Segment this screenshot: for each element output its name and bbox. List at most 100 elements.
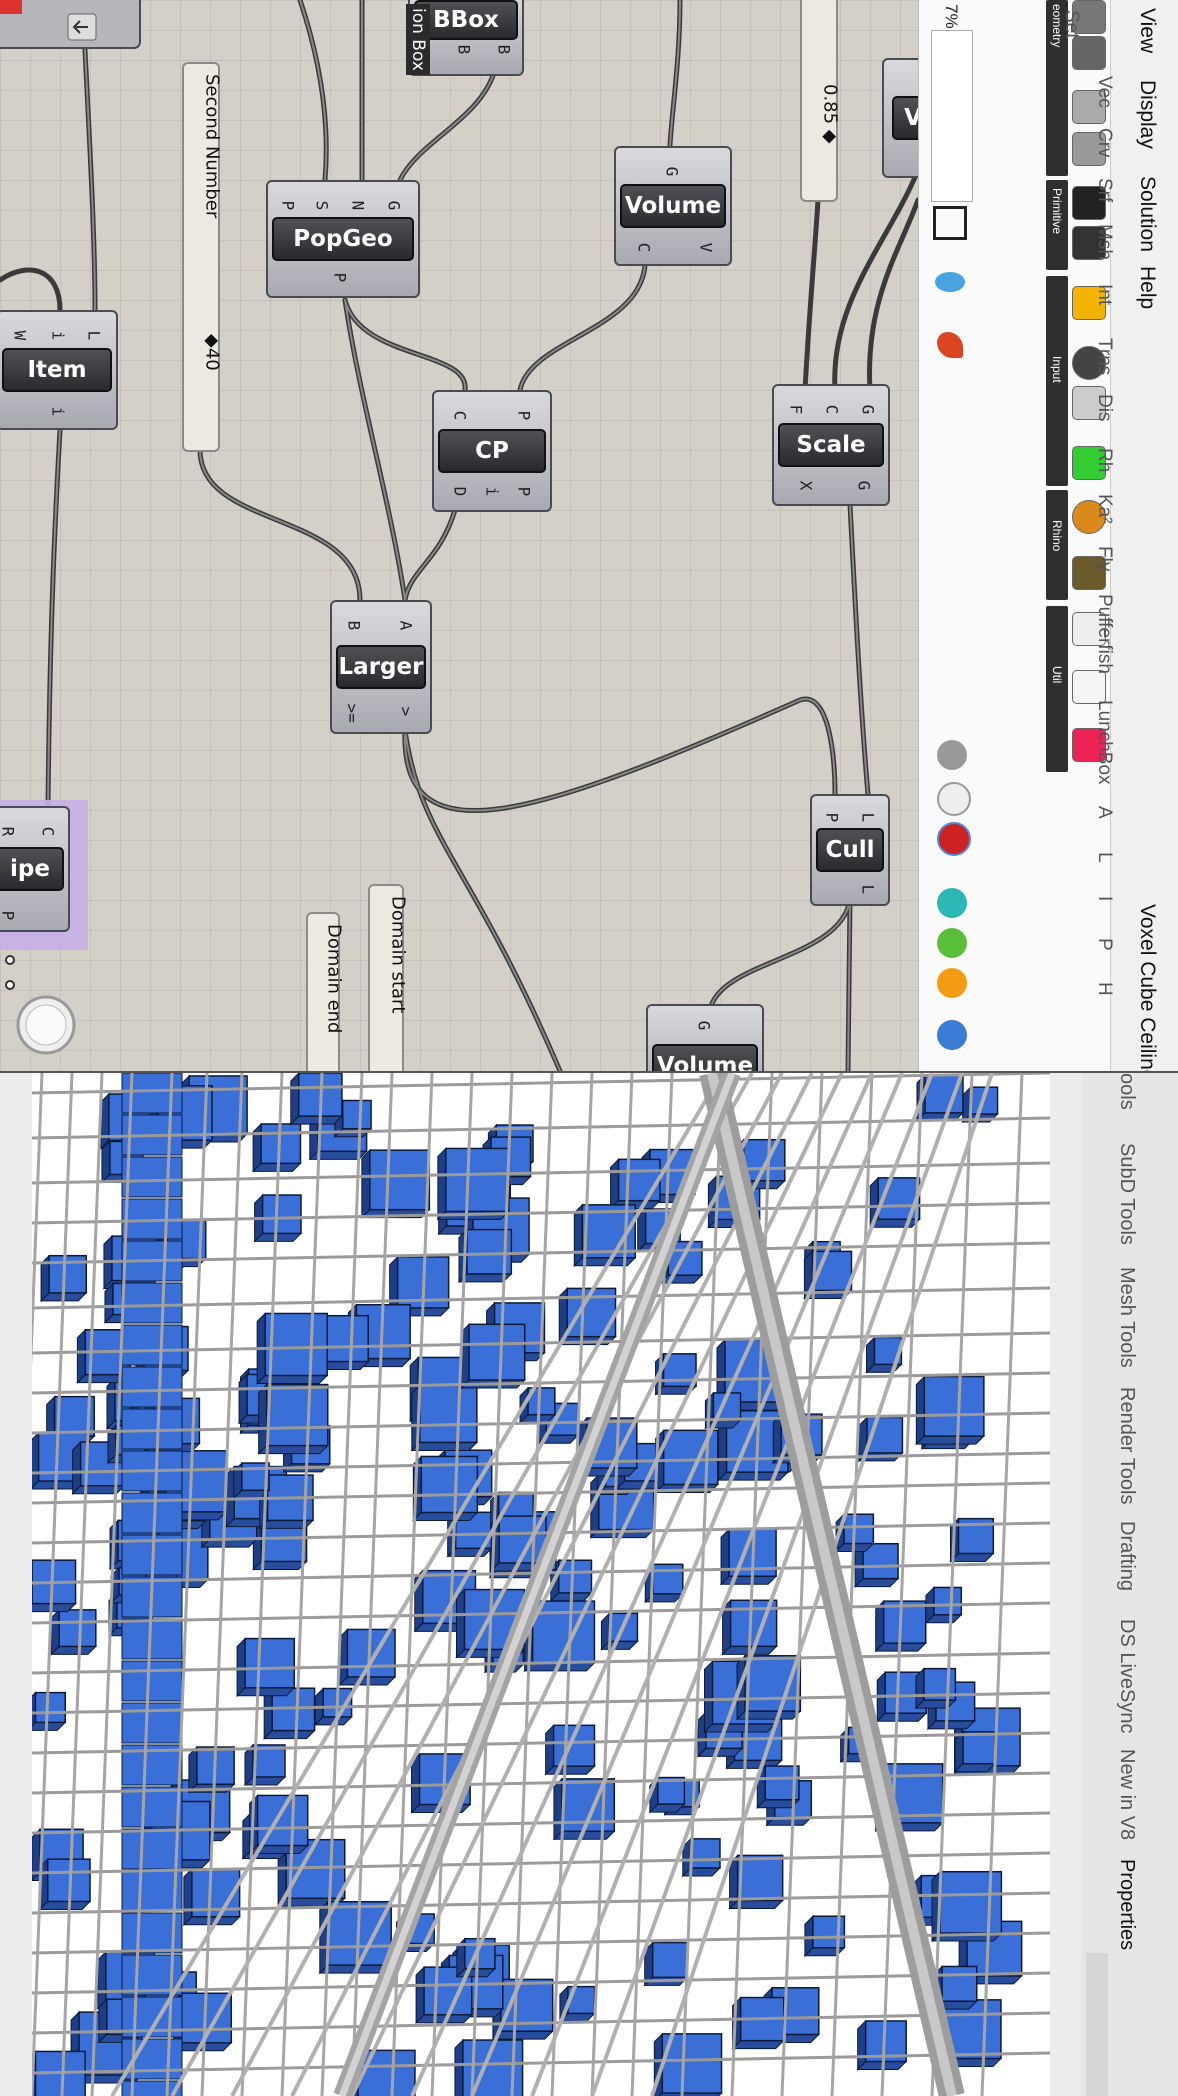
volume-node-top-label: Volume (620, 184, 726, 228)
cull-node[interactable]: Cull P L L (810, 794, 890, 906)
tab-a[interactable]: A (1093, 806, 1115, 819)
tab-subd-tools[interactable]: SubD Tools (1115, 1143, 1138, 1245)
tab-mesh-tools[interactable]: Mesh Tools (1115, 1267, 1138, 1368)
tab-set[interactable]: Set (1060, 10, 1082, 39)
menu-help[interactable]: Help (1135, 266, 1159, 309)
popgeo-input-n[interactable]: N (349, 198, 368, 214)
document-preview-icon[interactable] (937, 1020, 967, 1050)
menu-and-tabs: View Display Solution Help Voxel Cube Ce… (1094, 0, 1178, 1081)
popgeo-input-g[interactable]: G (385, 198, 404, 214)
domain-start-param[interactable]: Domain start (368, 884, 409, 1071)
volume-top-output-v[interactable]: V (697, 240, 716, 256)
cp-input-c[interactable]: C (451, 408, 470, 424)
item-input-i[interactable]: i (49, 328, 68, 344)
menu-solution[interactable]: Solution (1135, 176, 1159, 252)
pipe-input-r[interactable]: R (0, 824, 18, 840)
popgeo-input-s[interactable]: S (313, 198, 332, 214)
popgeo-output-p[interactable]: P (331, 270, 350, 286)
scale-input-f[interactable]: F (787, 402, 806, 418)
cull-output-l[interactable]: L (859, 882, 878, 898)
volume-top-input-g[interactable]: G (663, 164, 682, 180)
cp-output-d[interactable]: D (451, 484, 470, 500)
cp-input-p[interactable]: P (515, 408, 534, 424)
tab-lunchbox[interactable]: LunchBox (1093, 700, 1115, 785)
tab-p[interactable]: P (1093, 938, 1115, 951)
v-node-partial[interactable]: V (882, 58, 918, 178)
scale-node[interactable]: Scale F C G X G (772, 384, 890, 506)
grasshopper-canvas[interactable]: BBox B B ion Box Second Number ◆40 PopGe… (0, 0, 918, 1071)
side-panel-scroll[interactable] (1086, 1953, 1108, 2096)
larger-input-b[interactable]: B (345, 618, 364, 634)
geometry-component-icon[interactable] (1072, 36, 1106, 70)
tab-properties[interactable]: Properties (1115, 1859, 1138, 1950)
factor-slider-value: 0.85 ◆ (819, 84, 841, 144)
larger-node[interactable]: Larger B A >= > (330, 600, 432, 734)
pipe-input-c[interactable]: C (39, 824, 58, 840)
item-node[interactable]: Item W i L i (0, 310, 118, 430)
item-input-l[interactable]: L (85, 328, 104, 344)
tab-kangaroo[interactable]: Ka² (1093, 494, 1115, 524)
tab-drafting[interactable]: Drafting (1115, 1521, 1138, 1591)
selected-preview-icon[interactable] (937, 888, 967, 918)
tab-i[interactable]: I (1093, 896, 1115, 901)
zoom-extents-icon[interactable] (933, 206, 967, 240)
zoom-level[interactable]: 7% (941, 4, 961, 29)
larger-output-gt[interactable]: > (397, 704, 416, 720)
cp-output-i[interactable]: i (483, 484, 502, 500)
preview-eye-icon[interactable] (935, 272, 965, 292)
scale-output-x[interactable]: X (797, 478, 816, 494)
preview-off-icon[interactable] (937, 740, 967, 770)
popgeo-node[interactable]: PopGeo P S N G P (266, 180, 420, 298)
volume-bottom-input-g[interactable]: G (695, 1018, 714, 1034)
tab-render-tools[interactable]: Render Tools (1115, 1387, 1138, 1504)
viewport-render[interactable] (32, 1073, 1050, 2096)
tab-rh[interactable]: Rh (1093, 448, 1115, 472)
pipe-output-p[interactable]: P (0, 908, 18, 924)
larger-input-a[interactable]: A (397, 618, 416, 634)
bbox-output-1[interactable]: B (455, 42, 474, 58)
larger-output-ge[interactable]: >= (343, 704, 362, 723)
zoom-dropdown[interactable] (931, 30, 973, 202)
tab-trns[interactable]: Trns (1093, 338, 1115, 375)
item-output-i[interactable]: i (49, 404, 68, 420)
volume-top-output-c[interactable]: C (635, 240, 654, 256)
bbox-output-2[interactable]: B (495, 42, 514, 58)
tab-new-in-v8[interactable]: New in V8 (1115, 1749, 1138, 1840)
volume-node-top[interactable]: Volume G C V (614, 146, 732, 266)
second-number-slider[interactable]: Second Number ◆40 (182, 62, 223, 452)
tab-crv[interactable]: Crv (1093, 128, 1115, 158)
scale-output-g[interactable]: G (855, 478, 874, 494)
cp-node[interactable]: CP C P D i P (432, 390, 552, 512)
render-preview-icon[interactable] (937, 968, 967, 998)
menu-view[interactable]: View (1135, 8, 1159, 53)
wireframe-preview-icon[interactable] (937, 782, 971, 816)
rhino-viewport[interactable] (0, 1073, 1082, 2096)
shaded-preview-icon[interactable] (937, 822, 971, 856)
mesh-preview-icon[interactable] (937, 928, 967, 958)
tab-ds-livesync[interactable]: DS LiveSync (1115, 1619, 1138, 1734)
scale-input-g[interactable]: G (859, 402, 878, 418)
cull-input-p[interactable]: P (823, 810, 842, 826)
tab-srf[interactable]: Srf (1093, 178, 1115, 202)
popgeo-input-p[interactable]: P (279, 198, 298, 214)
tab-pufferfish[interactable]: Pufferfish (1093, 594, 1115, 674)
sketch-icon[interactable] (937, 332, 963, 358)
util-component-icon[interactable] (1072, 670, 1106, 704)
volume-node-bottom[interactable]: Volume G (646, 1004, 764, 1071)
tab-dis[interactable]: Dis (1093, 394, 1115, 421)
tab-fly[interactable]: Fly (1093, 546, 1115, 571)
menu-display[interactable]: Display (1135, 80, 1159, 149)
tab-l[interactable]: L (1093, 852, 1115, 863)
cull-input-l[interactable]: L (859, 810, 878, 826)
factor-slider[interactable]: 0.85 ◆ (800, 0, 841, 202)
pipe-node[interactable]: ipe R C P (0, 806, 70, 932)
tab-tools[interactable]: ools (1115, 1073, 1138, 1110)
domain-end-param[interactable]: Domain end (306, 912, 345, 1071)
tab-msh[interactable]: Msh (1093, 224, 1115, 260)
item-input-w[interactable]: W (11, 328, 30, 344)
tab-int[interactable]: Int (1093, 284, 1115, 305)
tab-vec[interactable]: Vec (1093, 76, 1115, 108)
cp-output-p[interactable]: P (515, 484, 534, 500)
tab-h[interactable]: H (1093, 982, 1115, 996)
scale-input-c[interactable]: C (823, 402, 842, 418)
